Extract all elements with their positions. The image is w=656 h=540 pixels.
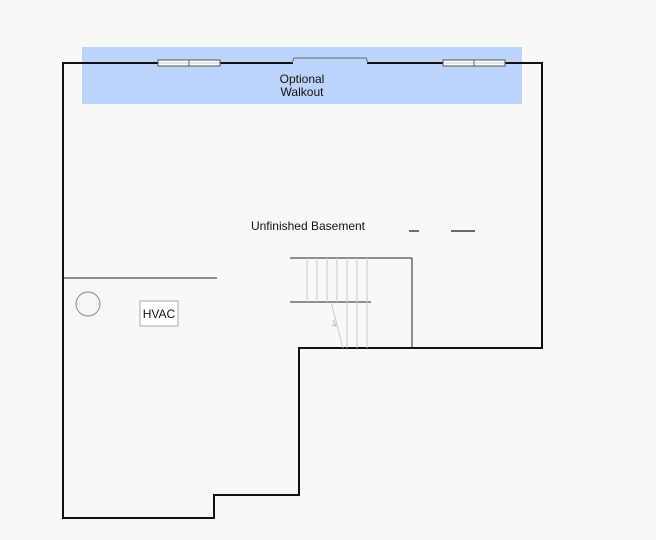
exterior-walls xyxy=(62,62,543,519)
water-heater-icon xyxy=(75,291,101,317)
window-right xyxy=(442,59,506,67)
unfinished-basement-label[interactable]: Unfinished Basement xyxy=(251,219,366,233)
hvac-unit: HVAC xyxy=(139,300,179,327)
stair-direction-arrow-icon xyxy=(331,319,337,327)
floor-plan: HVAC Optional Walkout Unfinished Basemen… xyxy=(62,47,543,519)
walkout-label-line1: Optional xyxy=(280,72,325,86)
hvac-label: HVAC xyxy=(143,307,176,321)
window-left xyxy=(157,59,221,67)
walkout-label-line2: Walkout xyxy=(281,85,325,99)
staircase[interactable] xyxy=(290,257,413,349)
